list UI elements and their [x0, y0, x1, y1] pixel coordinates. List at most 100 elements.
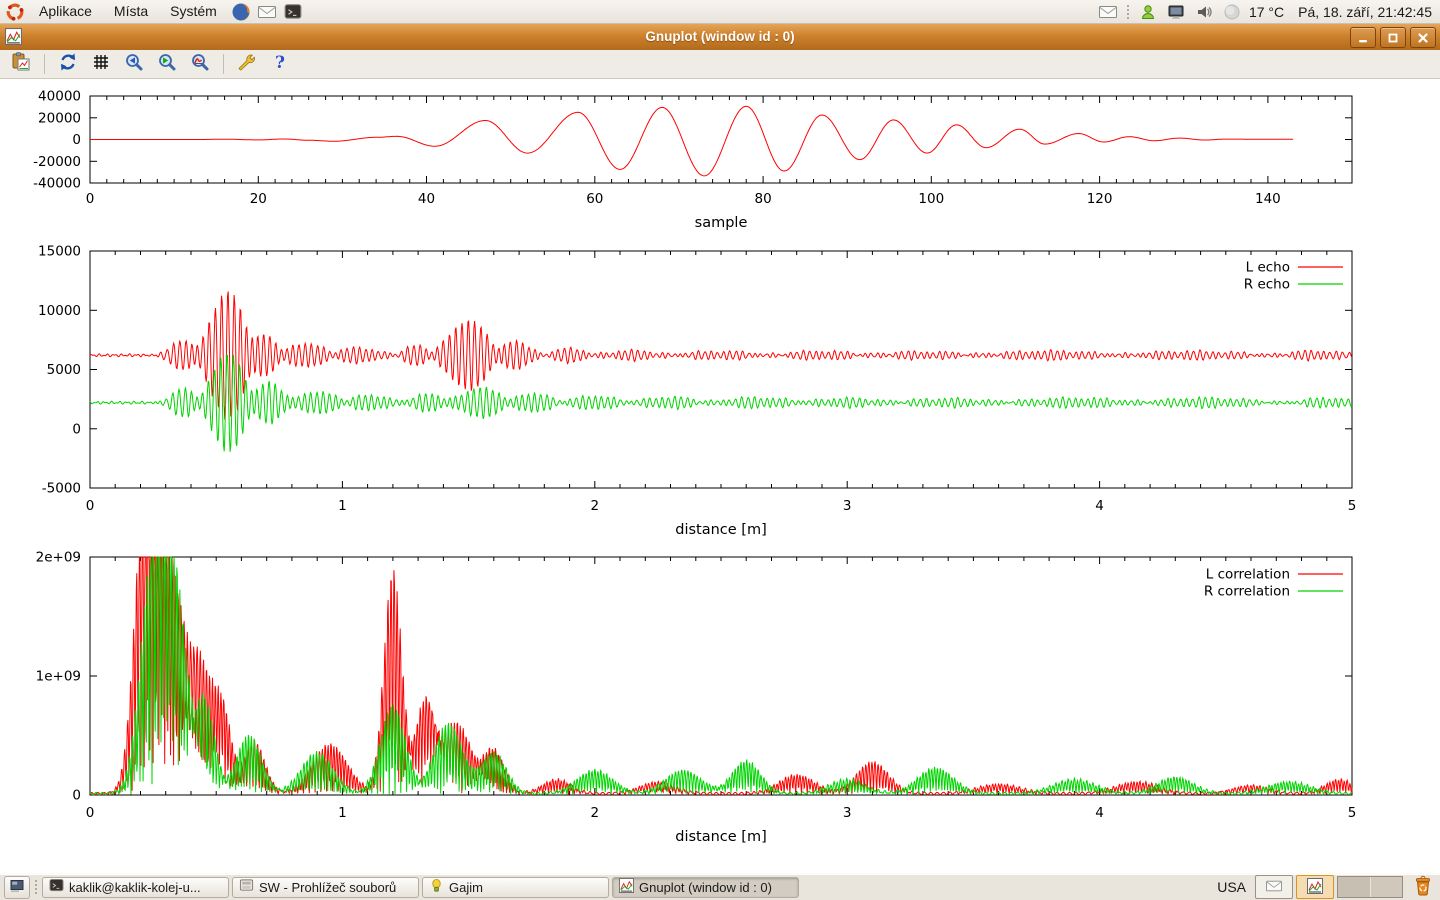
svg-text:2: 2 — [591, 805, 600, 821]
svg-text:-5000: -5000 — [42, 481, 81, 497]
toolbar-configure-button[interactable] — [234, 52, 260, 76]
toolbar-zoom-next-button[interactable] — [154, 52, 180, 76]
workspace-2[interactable] — [1370, 877, 1403, 897]
svg-text:3: 3 — [843, 498, 852, 514]
svg-text:0: 0 — [86, 498, 95, 514]
gajim-icon — [429, 878, 444, 896]
volume-icon[interactable] — [1193, 1, 1215, 23]
svg-text:80: 80 — [755, 191, 772, 207]
svg-text:5000: 5000 — [47, 362, 81, 378]
svg-text:0: 0 — [86, 191, 95, 207]
window-title: Gnuplot (window id : 0) — [0, 24, 1440, 50]
toolbar-replot-button[interactable] — [55, 52, 81, 76]
svg-text:4: 4 — [1095, 498, 1104, 514]
svg-text:0: 0 — [72, 788, 81, 804]
workspace-switcher — [1337, 876, 1403, 898]
chart-echo: 012345-5000050001000015000distance [m]L … — [38, 244, 1356, 539]
svg-text:0: 0 — [72, 421, 81, 437]
weather-icon[interactable] — [1221, 1, 1243, 23]
gnuplot-icon — [619, 878, 634, 896]
toolbar-copy-button[interactable] — [8, 52, 34, 76]
svg-text:?: ? — [275, 53, 285, 72]
user-switcher-icon[interactable] — [1137, 1, 1159, 23]
copy-to-clipboard-icon — [11, 52, 31, 77]
trash-icon — [1413, 875, 1433, 900]
mail-launcher-icon[interactable] — [256, 1, 278, 23]
task-label: SW - Prohlížeč souborů — [259, 880, 396, 895]
svg-text:sample: sample — [695, 215, 748, 231]
charts-svg: 020406080100120140-40000-200000200004000… — [0, 80, 1440, 873]
terminal-launcher-icon[interactable] — [282, 1, 304, 23]
svg-text:R echo: R echo — [1244, 277, 1290, 293]
svg-text:3: 3 — [843, 805, 852, 821]
task-button-file-manager[interactable]: SW - Prohlížeč souborů — [232, 877, 419, 898]
display-settings-icon[interactable] — [1165, 1, 1187, 23]
svg-text:5: 5 — [1348, 498, 1357, 514]
toolbar-separator — [223, 54, 224, 74]
svg-text:140: 140 — [1255, 191, 1281, 207]
toolbar-grid-button[interactable] — [88, 52, 114, 76]
keyboard-layout-indicator[interactable]: USA — [1211, 879, 1252, 895]
svg-text:1e+09: 1e+09 — [36, 669, 81, 685]
firefox-launcher-icon[interactable] — [230, 1, 252, 23]
workspace-1[interactable] — [1338, 877, 1370, 897]
autoscale-icon — [190, 52, 210, 77]
svg-text:1: 1 — [338, 805, 347, 821]
bottom-taskbar: kaklik@kaklik-kolej-u... SW - Prohlížeč … — [0, 873, 1440, 900]
svg-text:120: 120 — [1087, 191, 1113, 207]
applet-drag-handle[interactable] — [1126, 4, 1130, 20]
zoom-previous-icon — [124, 52, 144, 77]
maximize-button[interactable] — [1380, 27, 1406, 48]
tray-gnuplot-button[interactable] — [1296, 875, 1334, 899]
menu-system[interactable]: Systém — [161, 0, 226, 23]
svg-text:distance [m]: distance [m] — [675, 829, 767, 845]
svg-text:100: 100 — [918, 191, 944, 207]
task-label: Gnuplot (window id : 0) — [639, 880, 772, 895]
window-titlebar[interactable]: Gnuplot (window id : 0) — [0, 24, 1440, 51]
svg-text:-20000: -20000 — [33, 154, 81, 170]
menu-applications[interactable]: Aplikace — [30, 0, 101, 23]
svg-text:40000: 40000 — [38, 89, 81, 105]
menu-places[interactable]: Místa — [105, 0, 157, 23]
task-button-terminal[interactable]: kaklik@kaklik-kolej-u... — [42, 877, 229, 898]
svg-text:20000: 20000 — [38, 110, 81, 126]
minimize-button[interactable] — [1350, 27, 1376, 48]
terminal-icon — [49, 878, 64, 896]
svg-text:R correlation: R correlation — [1204, 584, 1290, 600]
task-button-gajim[interactable]: Gajim — [422, 877, 609, 898]
grid-icon — [91, 52, 111, 77]
toolbar-autoscale-button[interactable] — [187, 52, 213, 76]
gnuplot-toolbar: ? — [0, 50, 1440, 79]
svg-text:60: 60 — [586, 191, 603, 207]
top-panel: Aplikace Místa Systém — [0, 0, 1440, 24]
chart-sample-signal: 020406080100120140-40000-200000200004000… — [33, 89, 1352, 232]
show-desktop-button[interactable] — [4, 876, 30, 899]
toolbar-zoom-previous-button[interactable] — [121, 52, 147, 76]
tasklist-drag-handle[interactable] — [34, 879, 38, 895]
svg-text:10000: 10000 — [38, 303, 81, 319]
close-button[interactable] — [1410, 27, 1436, 48]
gnuplot-tray-icon — [1307, 878, 1323, 897]
clock-label[interactable]: Pá, 18. září, 21:42:45 — [1298, 4, 1432, 20]
file-manager-icon — [239, 878, 254, 896]
toolbar-help-button[interactable]: ? — [267, 52, 293, 76]
gnuplot-canvas[interactable]: 020406080100120140-40000-200000200004000… — [0, 80, 1440, 873]
tray-mail-button[interactable] — [1255, 875, 1293, 899]
zoom-next-icon — [157, 52, 177, 77]
mail-notification-icon[interactable] — [1097, 1, 1119, 23]
toolbar-separator — [44, 54, 45, 74]
panel-right: 17 °C Pá, 18. září, 21:42:45 — [1097, 0, 1440, 23]
trash-applet-button[interactable] — [1410, 875, 1436, 899]
svg-text:20: 20 — [250, 191, 267, 207]
svg-text:L echo: L echo — [1246, 260, 1290, 276]
window-controls — [1350, 27, 1436, 48]
svg-text:-40000: -40000 — [33, 176, 81, 192]
ubuntu-menu-logo-icon[interactable] — [4, 1, 26, 23]
task-button-gnuplot[interactable]: Gnuplot (window id : 0) — [612, 877, 799, 898]
svg-text:4: 4 — [1095, 805, 1104, 821]
task-label: kaklik@kaklik-kolej-u... — [69, 880, 201, 895]
svg-text:0: 0 — [72, 132, 81, 148]
chart-correlation: 01234501e+092e+09distance [m]L correlati… — [36, 550, 1357, 846]
svg-text:2e+09: 2e+09 — [36, 550, 81, 566]
panel-left: Aplikace Místa Systém — [0, 0, 304, 23]
